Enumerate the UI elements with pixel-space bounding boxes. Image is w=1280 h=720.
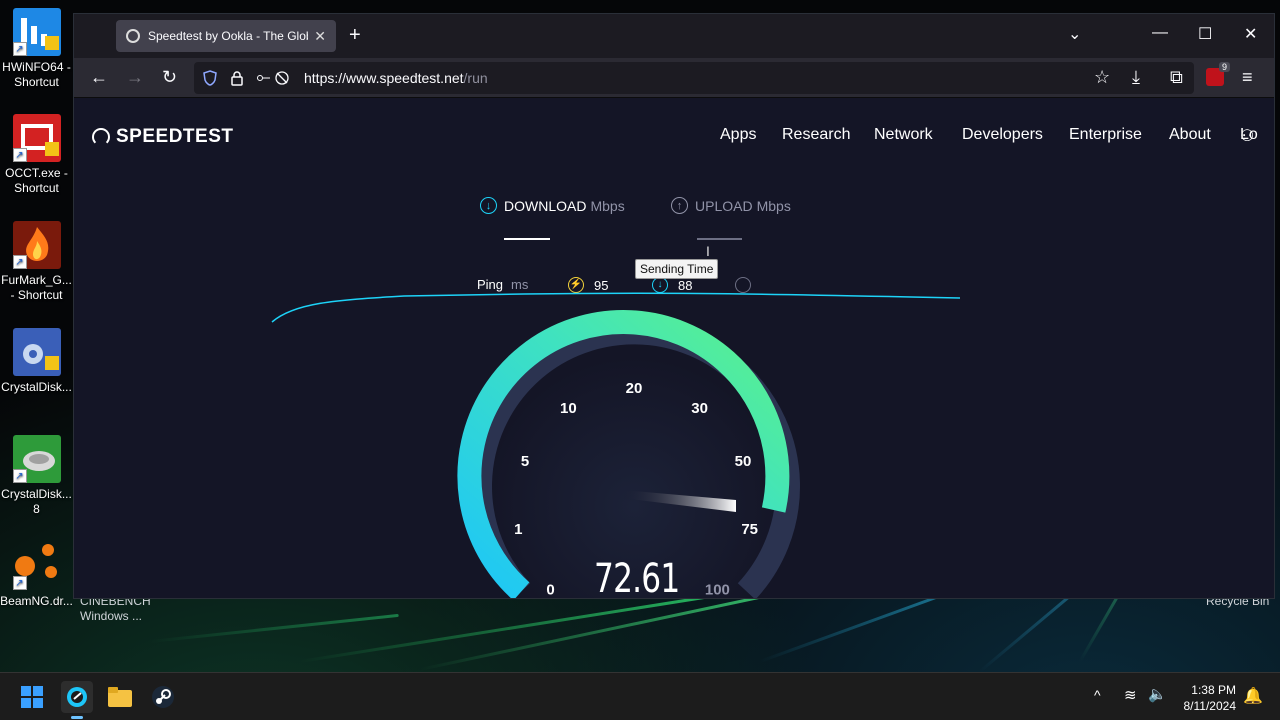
tab-bar: Speedtest by Ookla - The Global ✕ + ⌄ — …	[74, 14, 1274, 58]
address-bar[interactable]: https://www.speedtest.net/run ☆	[194, 62, 1194, 94]
downloads-icon[interactable]: ⤓	[1132, 67, 1140, 88]
file-explorer-icon[interactable]	[104, 681, 136, 713]
bookmark-star-icon[interactable]: ☆	[1094, 67, 1110, 88]
taskbar: ^ ≋ 🔈 1:38 PM 8/11/2024 🔔	[0, 672, 1280, 720]
extension-badge: 9	[1218, 62, 1230, 72]
steam-icon[interactable]	[147, 681, 179, 713]
crystaldiskmark-icon: ↗	[12, 435, 61, 483]
navigation-toolbar: ← → ↻ https://www.speedtest.net/run ☆ ⤓ …	[74, 58, 1274, 98]
close-window-button[interactable]: ✕	[1244, 24, 1257, 44]
gauge-tick-label: 50	[735, 453, 752, 470]
sending-time-tooltip: Sending Time	[635, 259, 719, 279]
furmark-icon: ↗	[12, 221, 61, 269]
desktop-icon-occt[interactable]: ↗ OCCT.exe - Shortcut	[0, 114, 73, 196]
clock[interactable]: 1:38 PM 8/11/2024	[1184, 682, 1237, 714]
menu-hamburger-icon[interactable]: ≡	[1242, 67, 1253, 88]
minimize-button[interactable]: —	[1152, 24, 1168, 42]
gauge-tick-label: 0	[546, 581, 554, 598]
gauge-tick-label: 1	[514, 521, 522, 538]
tab-speedtest[interactable]: Speedtest by Ookla - The Global ✕	[116, 20, 336, 52]
desktop-icon-label: CrystalDisk...	[1, 380, 72, 394]
reload-button[interactable]: ↻	[162, 67, 177, 88]
url-host: https://www.speedtest.net	[304, 70, 464, 86]
text-cursor-icon: I	[706, 243, 710, 259]
tab-list-chevron-icon[interactable]: ⌄	[1068, 24, 1081, 44]
desktop-icon-label: OCCT.exe - Shortcut	[5, 166, 68, 195]
url-text: https://www.speedtest.net/run	[304, 70, 488, 86]
start-icon[interactable]	[16, 681, 48, 713]
crystaldiskinfo-icon	[12, 328, 61, 376]
maximize-button[interactable]: ☐	[1198, 24, 1212, 44]
volume-icon[interactable]: 🔈	[1148, 685, 1167, 703]
gauge-tick-label: 75	[741, 521, 758, 538]
back-button[interactable]: ←	[90, 67, 108, 88]
new-tab-button[interactable]: +	[349, 24, 361, 47]
speed-graph-and-gauge: 0 1 5 10 20 30 50 75 100	[271, 292, 961, 598]
desktop-icon-furmark[interactable]: ↗ FurMark_G... - Shortcut	[0, 221, 73, 303]
gauge-tick-label: 100	[705, 581, 730, 598]
ublock-origin-icon[interactable]: 9	[1206, 62, 1230, 86]
clock-date: 8/11/2024	[1183, 699, 1237, 713]
gauge-tick-label: 10	[560, 400, 577, 417]
firefox-icon[interactable]	[61, 681, 93, 719]
desktop-icon-beamng[interactable]: ↗ BeamNG.dr...	[0, 542, 73, 609]
gauge-tick-label: 5	[521, 453, 529, 470]
desktop-icon-label: CrystalDisk... 8	[1, 487, 72, 516]
lock-icon[interactable]	[230, 70, 244, 86]
beamng-icon: ↗	[12, 542, 61, 590]
browser-window: Speedtest by Ookla - The Global ✕ + ⌄ — …	[73, 13, 1275, 599]
speedtest-favicon-icon	[126, 29, 140, 43]
tab-title: Speedtest by Ookla - The Global	[148, 29, 309, 43]
forward-button[interactable]: →	[126, 67, 144, 88]
shield-icon[interactable]	[202, 70, 218, 86]
extensions-icon[interactable]: ⧉	[1170, 67, 1183, 88]
desktop-icon-label: BeamNG.dr...	[0, 594, 73, 608]
notification-bell-icon[interactable]: 🔔	[1243, 686, 1263, 706]
gauge-tick-label: 30	[691, 400, 708, 417]
show-hidden-icons-chevron-icon[interactable]: ^	[1094, 687, 1101, 703]
speedtest-page: SPEEDTEST Apps Research Network Develope…	[74, 98, 1274, 599]
desktop-icon-crystaldiskinfo[interactable]: CrystalDisk...	[0, 328, 73, 395]
wifi-icon[interactable]: ≋	[1124, 686, 1137, 704]
desktop-icon-crystaldiskmark[interactable]: ↗ CrystalDisk... 8	[0, 435, 73, 517]
hwinfo-icon: ↗	[12, 8, 61, 56]
permissions-icon[interactable]	[256, 70, 292, 86]
desktop-icon-label: HWiNFO64 - Shortcut	[2, 60, 71, 89]
desktop-icon-label: FurMark_G... - Shortcut	[1, 273, 72, 302]
occt-icon: ↗	[12, 114, 61, 162]
clock-time: 1:38 PM	[1191, 683, 1236, 697]
current-speed-readout: 72.61	[594, 556, 680, 599]
gauge-tick-label: 20	[626, 380, 643, 397]
close-tab-icon[interactable]: ✕	[314, 28, 326, 45]
url-path: /run	[463, 70, 488, 86]
desktop-icon-hwinfo[interactable]: ↗ HWiNFO64 - Shortcut	[0, 8, 73, 90]
